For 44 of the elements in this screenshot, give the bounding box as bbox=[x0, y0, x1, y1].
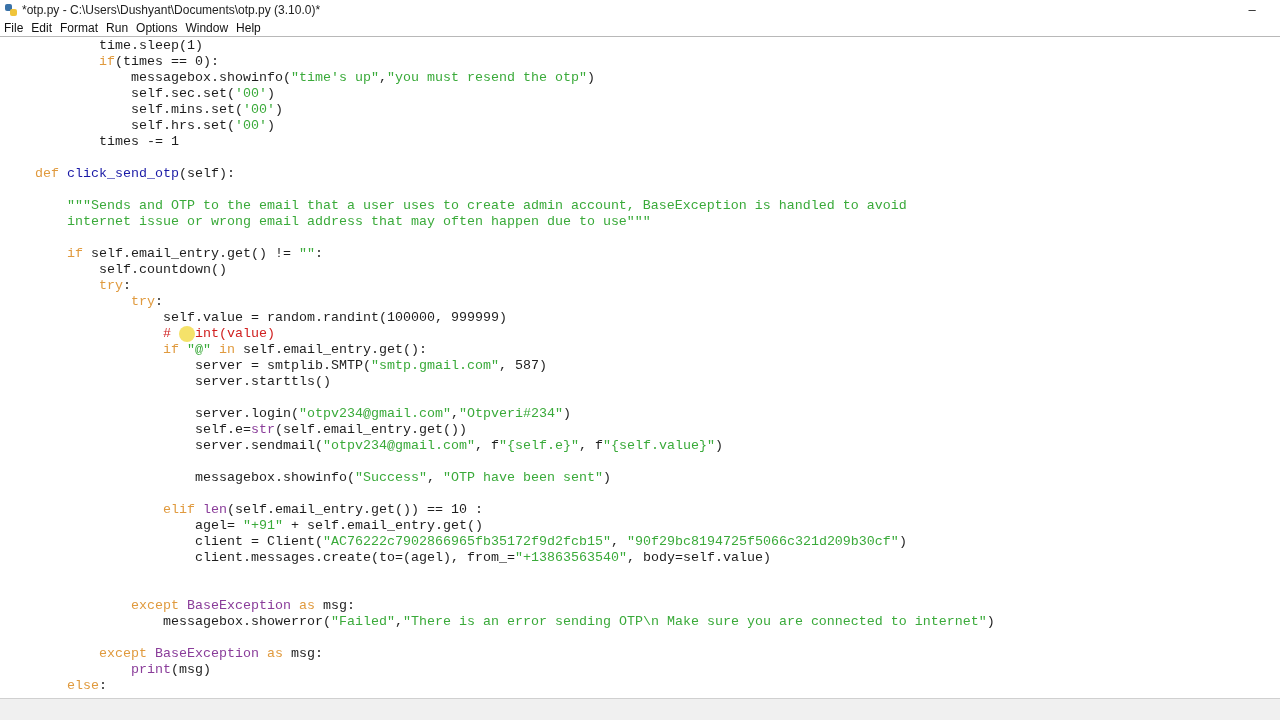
code-line: except BaseException as msg: bbox=[131, 598, 355, 614]
code-line: self.countdown() bbox=[99, 262, 227, 278]
menu-item[interactable]: Window bbox=[181, 19, 233, 36]
code-line: print(msg) bbox=[131, 662, 211, 678]
code-line: elif len(self.email_entry.get()) == 10 : bbox=[163, 502, 483, 518]
python-file-icon bbox=[4, 2, 18, 17]
code-line: try: bbox=[99, 278, 131, 294]
code-line: self.value = random.randint(100000, 999999) bbox=[163, 310, 507, 326]
code-line: server.sendmail("otpv234@gmail.com", f"{self.e}", f"{self.value}") bbox=[195, 438, 723, 454]
code-line: messagebox.showinfo("time's up","you must resend the otp") bbox=[131, 70, 595, 86]
code-line: else: bbox=[67, 678, 107, 694]
menu-item[interactable]: File bbox=[0, 19, 28, 36]
menu-item[interactable]: Help bbox=[232, 19, 265, 36]
code-line: if self.email_entry.get() != "": bbox=[67, 246, 323, 262]
menu-item[interactable]: Run bbox=[102, 19, 133, 36]
code-line: """Sends and OTP to the email that a user uses to create admin account, BaseException is handled to avoid bbox=[67, 198, 907, 214]
code-line: self.mins.set('00') bbox=[131, 102, 283, 118]
code-line: server.starttls() bbox=[195, 374, 331, 390]
code-line: if "@" in self.email_entry.get(): bbox=[163, 342, 427, 358]
code-line: try: bbox=[131, 294, 163, 310]
code-line: internet issue or wrong email address that may often happen due to use""" bbox=[67, 214, 651, 230]
code-line: client.messages.create(to=(agel), from_="+13863563540", body=self.value) bbox=[195, 550, 771, 566]
code-line: time.sleep(1) bbox=[99, 38, 203, 54]
code-line: self.hrs.set('00') bbox=[131, 118, 275, 134]
window-title: *otp.py - C:\Users\Dushyant\Documents\otp.py (3.10.0)* bbox=[22, 1, 321, 19]
code-line: server.login("otpv234@gmail.com","Otpveri#234") bbox=[195, 406, 571, 422]
code-line: client = Client("AC76222c7902866965fb35172f9d2fcb15", "90f29bc8194725f5066c321d209b30cf") bbox=[195, 534, 907, 550]
code-line: messagebox.showerror("Failed","There is an error sending OTP\n Make sure you are connected to internet") bbox=[163, 614, 995, 630]
code-line: # bbox=[163, 326, 172, 342]
code-line: self.e=str(self.email_entry.get()) bbox=[195, 422, 467, 438]
code-line: int(value) bbox=[195, 326, 275, 342]
cursor-highlight-icon bbox=[179, 326, 195, 342]
menu-item[interactable]: Format bbox=[56, 19, 103, 36]
code-line: server = smtplib.SMTP("smtp.gmail.com", 587) bbox=[195, 358, 547, 374]
code-line: times -= 1 bbox=[99, 134, 179, 150]
menu-item[interactable]: Options bbox=[132, 19, 182, 36]
code-line: agel= "+91" + self.email_entry.get() bbox=[195, 518, 483, 534]
menu-item[interactable]: Edit bbox=[27, 19, 57, 36]
code-line: except BaseException as msg: bbox=[99, 646, 323, 662]
code-line: if(times == 0): bbox=[99, 54, 219, 70]
code-line: def click_send_otp(self): bbox=[35, 166, 235, 182]
code-line: self.sec.set('00') bbox=[131, 86, 275, 102]
minimize-button[interactable]: – bbox=[1232, 0, 1272, 20]
code-line: messagebox.showinfo("Success", "OTP have been sent") bbox=[195, 470, 611, 486]
